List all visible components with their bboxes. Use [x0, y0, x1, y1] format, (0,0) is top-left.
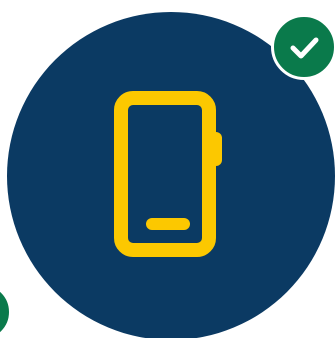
illustration	[0, 0, 336, 338]
status-badge-partial	[0, 282, 12, 338]
checkmark-icon	[290, 37, 319, 59]
success-badge	[271, 14, 336, 80]
mobile-phone-icon	[114, 91, 222, 257]
